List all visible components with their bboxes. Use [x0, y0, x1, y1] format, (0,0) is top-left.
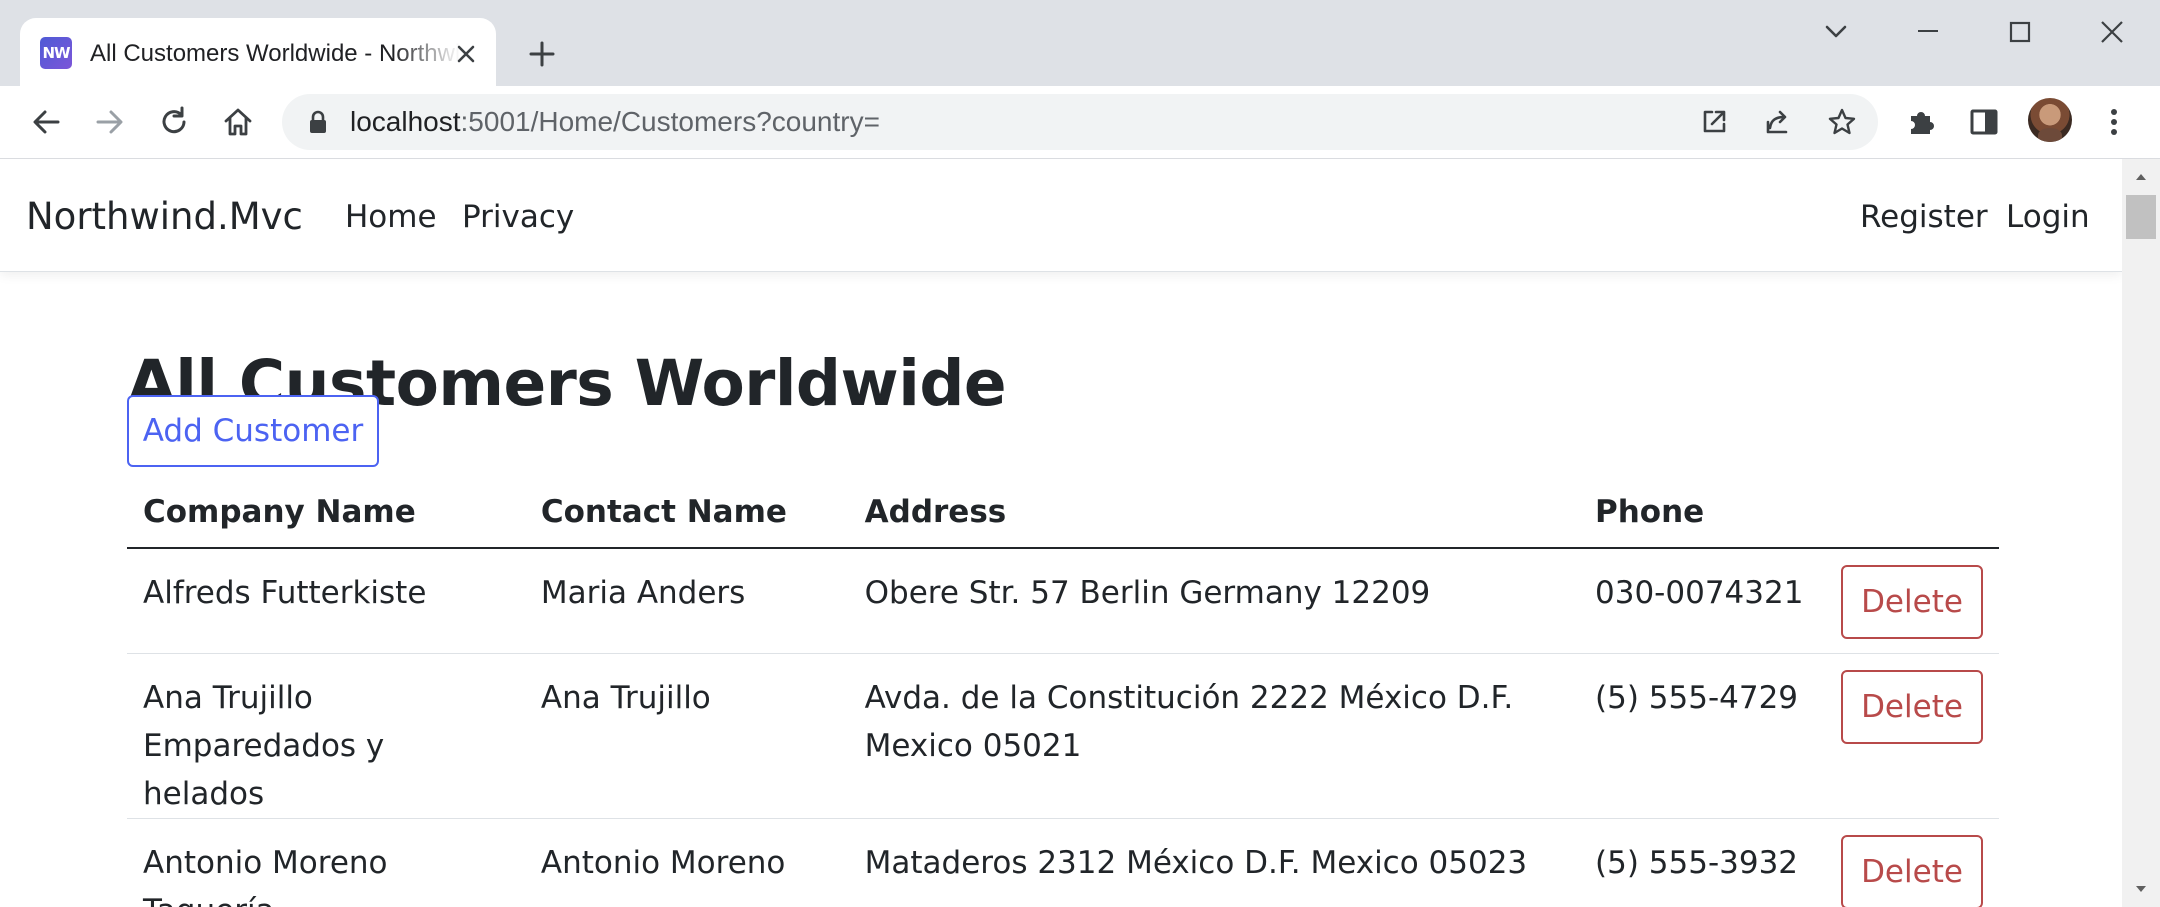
nav-login-link[interactable]: Login	[2006, 199, 2090, 235]
delete-button[interactable]: Delete	[1841, 565, 1983, 639]
window-close-icon[interactable]	[2088, 12, 2136, 52]
northwind-favicon-icon: NW	[40, 37, 72, 69]
header-phone: Phone	[1579, 477, 1825, 549]
reload-icon[interactable]	[156, 104, 192, 140]
cell-phone: 030-0074321	[1579, 548, 1825, 654]
profile-avatar[interactable]	[2028, 98, 2072, 142]
new-tab-plus-icon[interactable]	[524, 36, 560, 72]
cell-address: Obere Str. 57 Berlin Germany 12209	[848, 548, 1580, 654]
browser-tab[interactable]: NW All Customers Worldwide - Northwind.M…	[20, 18, 496, 86]
browser-tab-strip: NW All Customers Worldwide - Northwind.M…	[0, 0, 2160, 86]
tab-search-chevron-down-icon[interactable]	[1812, 12, 1860, 52]
header-company-name: Company Name	[127, 477, 525, 549]
browser-toolbar: localhost:5001/Home/Customers?country=	[0, 86, 2160, 159]
extensions-puzzle-icon[interactable]	[1904, 104, 1940, 140]
nav-privacy-link[interactable]: Privacy	[462, 199, 574, 235]
bookmark-star-icon[interactable]	[1826, 106, 1858, 138]
table-header-row: Company Name Contact Name Address Phone	[127, 477, 1999, 549]
cell-contact: Ana Trujillo	[524, 653, 849, 819]
table-row: Antonio Moreno Taquería Antonio Moreno M…	[127, 818, 1999, 907]
delete-button[interactable]: Delete	[1841, 670, 1983, 744]
brand-link[interactable]: Northwind.Mvc	[26, 195, 303, 238]
nav-home-link[interactable]: Home	[345, 199, 437, 235]
cell-contact: Antonio Moreno	[524, 818, 849, 907]
more-menu-icon[interactable]	[2096, 104, 2132, 140]
scroll-down-arrow-icon[interactable]	[2133, 881, 2149, 897]
address-bar[interactable]: localhost:5001/Home/Customers?country=	[282, 94, 1878, 150]
nav-register-link[interactable]: Register	[1860, 199, 1988, 235]
header-address: Address	[848, 477, 1580, 549]
table-row: Alfreds Futterkiste Maria Anders Obere S…	[127, 548, 1999, 654]
tab-title: All Customers Worldwide - Northwind.Mvc	[90, 40, 460, 67]
table-row: Ana Trujillo Emparedados y helados Ana T…	[127, 653, 1999, 819]
cell-actions: Delete	[1825, 548, 1999, 654]
header-contact-name: Contact Name	[524, 477, 849, 549]
url-host: localhost	[350, 106, 461, 137]
cell-address: Mataderos 2312 México D.F. Mexico 05023	[848, 818, 1580, 907]
header-actions	[1825, 477, 1999, 549]
forward-arrow-icon[interactable]	[92, 104, 128, 140]
cell-phone: (5) 555-3932	[1579, 818, 1825, 907]
close-icon[interactable]	[450, 38, 482, 70]
url-text[interactable]: localhost:5001/Home/Customers?country=	[350, 105, 880, 139]
delete-button[interactable]: Delete	[1841, 835, 1983, 907]
add-customer-button[interactable]: Add Customer	[127, 395, 379, 467]
cell-phone: (5) 555-4729	[1579, 653, 1825, 819]
minimize-icon[interactable]	[1904, 12, 1952, 52]
share-icon[interactable]	[1762, 106, 1794, 138]
maximize-icon[interactable]	[1996, 12, 2044, 52]
scrollbar-thumb[interactable]	[2126, 195, 2156, 239]
cell-company: Antonio Moreno Taquería	[127, 818, 525, 907]
cell-contact: Maria Anders	[524, 548, 849, 654]
cell-company: Ana Trujillo Emparedados y helados	[127, 653, 525, 819]
cell-actions: Delete	[1825, 818, 1999, 907]
site-navbar: Northwind.Mvc Home Privacy Register Logi…	[0, 159, 2122, 272]
home-icon[interactable]	[220, 104, 256, 140]
customers-table: Company Name Contact Name Address Phone …	[127, 477, 1999, 907]
cell-actions: Delete	[1825, 653, 1999, 819]
cell-company: Alfreds Futterkiste	[127, 548, 525, 654]
url-path: :5001/Home/Customers?country=	[460, 106, 880, 137]
page-scrollbar[interactable]	[2122, 159, 2160, 907]
open-in-app-icon[interactable]	[1698, 106, 1730, 138]
lock-icon[interactable]	[304, 108, 332, 136]
page-viewport: Northwind.Mvc Home Privacy Register Logi…	[0, 159, 2122, 907]
back-arrow-icon[interactable]	[28, 104, 64, 140]
scroll-up-arrow-icon[interactable]	[2133, 169, 2149, 185]
side-panel-icon[interactable]	[1966, 104, 2002, 140]
cell-address: Avda. de la Constitución 2222 México D.F…	[848, 653, 1580, 819]
